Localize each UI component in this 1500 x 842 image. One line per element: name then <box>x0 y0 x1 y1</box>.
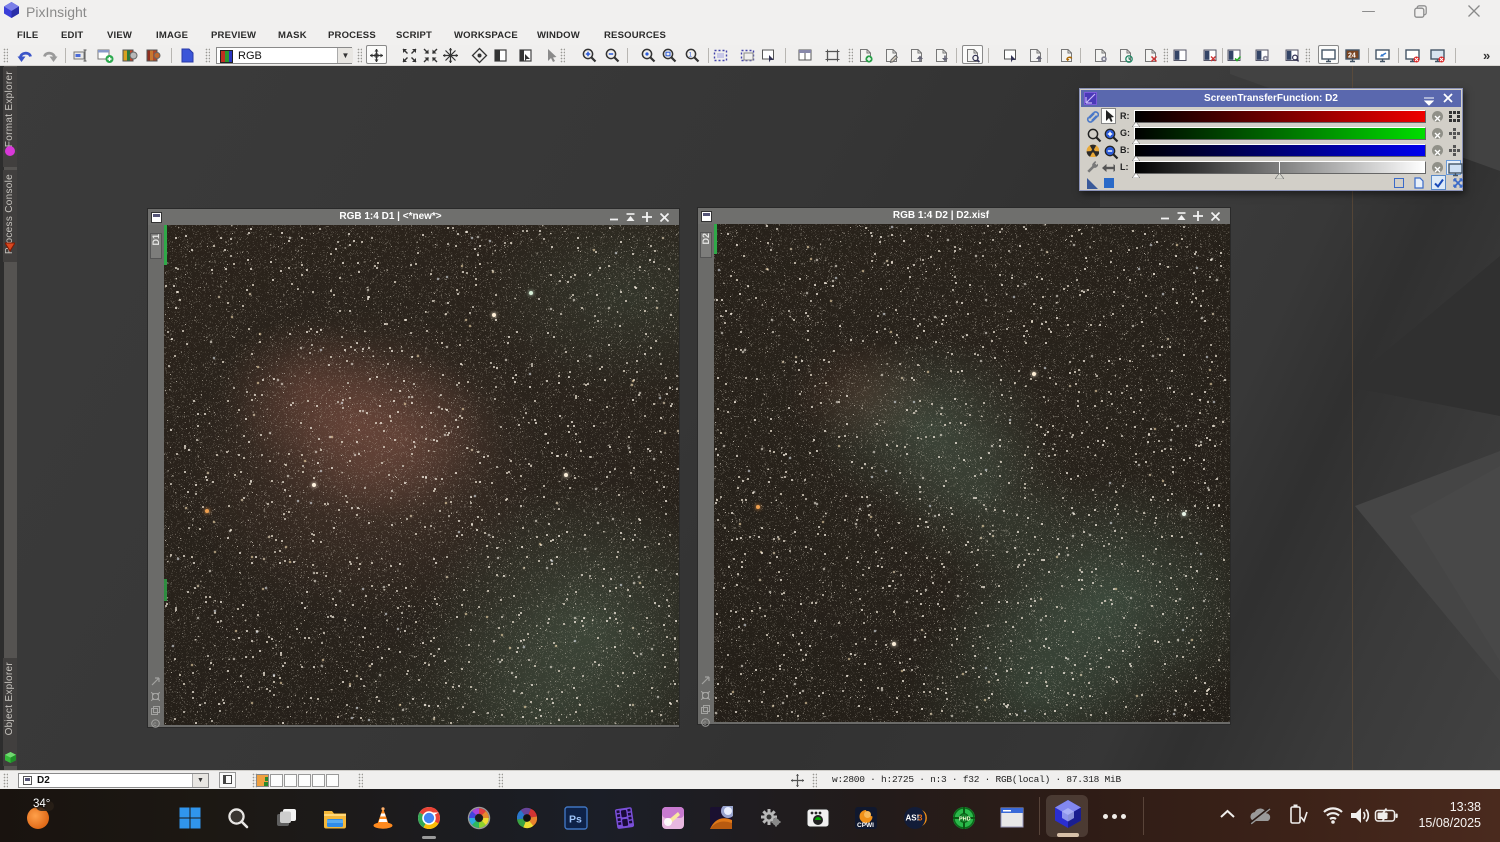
svg-text:3: 3 <box>918 814 923 823</box>
svg-text:CPWI: CPWI <box>857 822 874 829</box>
svg-text:Ps: Ps <box>569 814 582 826</box>
svg-text:1: 1 <box>689 53 693 59</box>
svg-text:24: 24 <box>1348 53 1356 60</box>
svg-text:PHD: PHD <box>959 817 971 823</box>
